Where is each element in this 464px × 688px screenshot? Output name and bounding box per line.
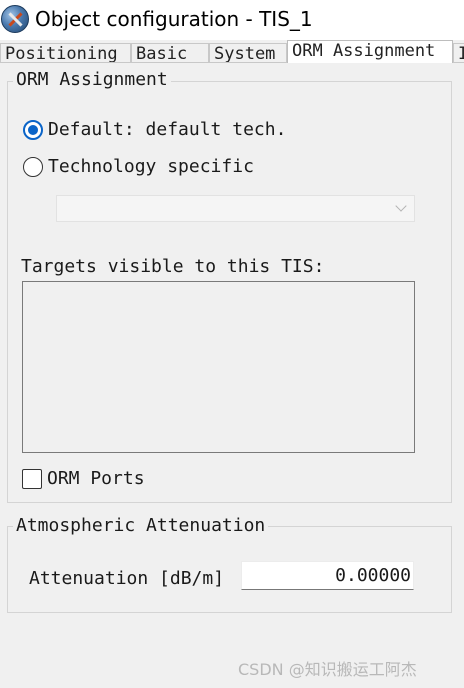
tab-orm-assignment[interactable]: ORM Assignment [287,40,453,63]
orm-assignment-legend: ORM Assignment [13,69,171,90]
technology-select[interactable] [56,195,415,222]
targets-list[interactable] [22,281,415,453]
technology-specific-label[interactable]: Technology specific [48,156,254,177]
chevron-down-icon [395,200,407,212]
targets-label: Targets visible to this TIS: [21,256,325,277]
tab-overflow[interactable]: I [453,43,464,63]
watermark-text: CSDN @知识搬运工阿杰 [238,660,417,679]
orm-ports-checkbox[interactable] [22,469,42,489]
title-bar: Object configuration - TIS_1 [0,0,464,40]
tab-positioning[interactable]: Positioning [0,43,131,63]
orm-ports-label[interactable]: ORM Ports [47,468,145,489]
atmospheric-attenuation-legend: Atmospheric Attenuation [13,515,269,536]
window-title: Object configuration - TIS_1 [35,7,313,31]
attenuation-label: Attenuation [dB/m] [29,568,225,589]
default-tech-label[interactable]: Default: default tech. [48,119,286,140]
technology-specific-radio[interactable] [23,157,43,177]
attenuation-input[interactable]: 0.00000 [241,561,414,590]
tab-basic[interactable]: Basic [131,43,209,63]
tab-strip: Positioning Basic System ORM Assignment … [0,40,464,63]
radio-dot [28,125,38,135]
default-tech-radio[interactable] [23,120,43,140]
tab-system[interactable]: System [209,43,287,63]
satellite-app-icon [1,5,29,33]
